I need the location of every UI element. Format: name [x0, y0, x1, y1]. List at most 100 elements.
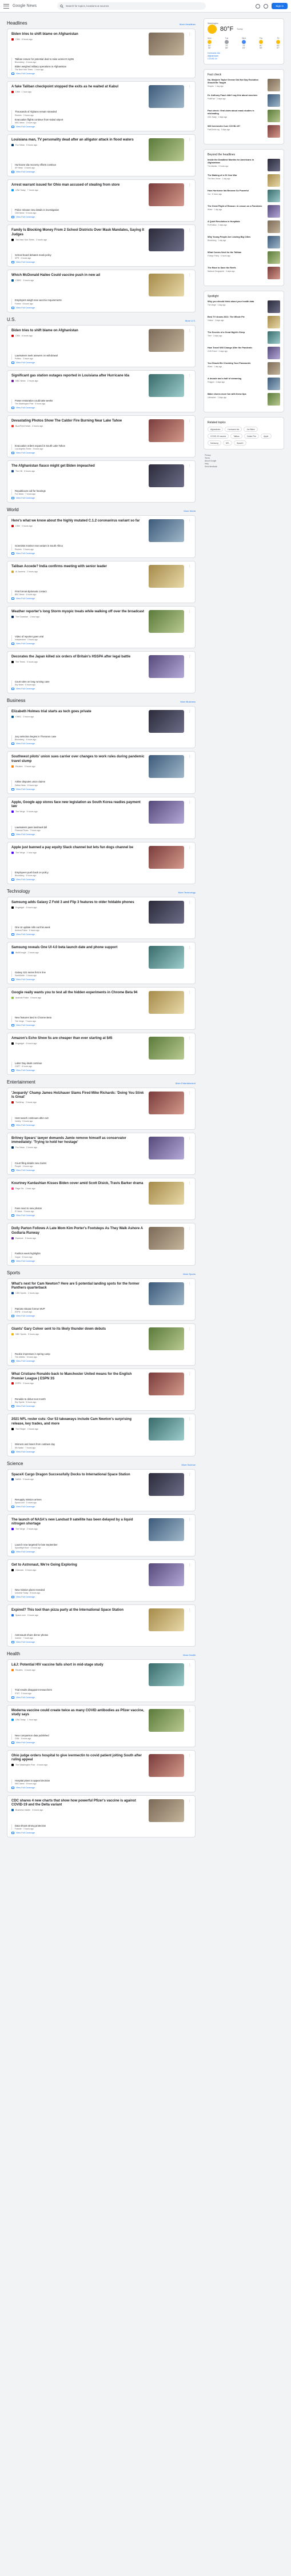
story-source[interactable]: ESPN [15, 1382, 21, 1385]
related-headline[interactable]: New mission plans revealed [15, 1588, 191, 1591]
full-coverage-link[interactable]: View Full Coverage [11, 1405, 191, 1408]
story-thumbnail[interactable] [149, 1373, 184, 1396]
more-options-icon[interactable]: ⋮ [188, 1418, 191, 1441]
story-source[interactable]: USA Today [15, 189, 26, 191]
related-source[interactable]: Variety [15, 1120, 21, 1122]
story-source[interactable]: 9to5Google [15, 952, 26, 954]
story-headline[interactable]: Biden tries to shift blame on Afghanista… [11, 329, 145, 333]
sidebar-story-source[interactable]: Lifehacker [208, 396, 216, 399]
sidebar-story-headline[interactable]: No, Marjorie Taylor Greene Did Not Say E… [208, 79, 265, 85]
related-headline[interactable]: Galaxy S21 series first in line [15, 971, 191, 974]
related-source[interactable]: NPR [15, 257, 19, 259]
sidebar-story-thumbnail[interactable] [268, 362, 280, 375]
sidebar-story-source[interactable]: The Verge [208, 304, 216, 306]
related-source[interactable]: E! News [15, 1210, 22, 1213]
related-headline[interactable]: Jury selection begins in Theranos case [15, 735, 191, 738]
related-headline[interactable]: One UI update rolls out this week [15, 926, 191, 929]
related-source[interactable]: The Washington Post [15, 403, 33, 405]
full-coverage-link[interactable]: View Full Coverage [11, 933, 191, 936]
sidebar-story-headline[interactable]: A Quiet Revolution in Hospitals [208, 220, 265, 223]
related-headline[interactable]: Labor Day deals continue [15, 1062, 191, 1065]
help-icon[interactable] [256, 3, 261, 9]
related-source[interactable]: Fortune [15, 1828, 22, 1830]
full-coverage-link[interactable]: View Full Coverage [11, 1169, 191, 1172]
full-coverage-link[interactable]: View Full Coverage [11, 1360, 191, 1363]
story-source[interactable]: Fox News [15, 144, 25, 146]
section-more-link[interactable]: More Science [182, 1463, 196, 1466]
story-source[interactable]: Reuters [15, 1669, 23, 1671]
full-coverage-link[interactable]: View Full Coverage [11, 833, 191, 836]
related-source[interactable]: Bloomberg [15, 61, 24, 63]
related-headline[interactable]: Fashion week highlights [15, 1252, 191, 1255]
section-title[interactable]: Sports [7, 1270, 20, 1275]
related-source[interactable]: Sky News [15, 684, 23, 686]
full-coverage-link[interactable]: View Full Coverage [11, 1069, 191, 1072]
story-headline[interactable]: What's next for Cam Newton? Here are 5 p… [11, 1282, 145, 1291]
story-headline[interactable]: The launch of NASA's new Landsat 9 satel… [11, 1518, 145, 1527]
story-headline[interactable]: Amazon's Echo Show 5s are cheaper than e… [11, 1037, 145, 1041]
story-source[interactable]: Al Jazeera [15, 571, 25, 573]
full-coverage-link[interactable]: View Full Coverage [11, 1641, 191, 1644]
story-headline[interactable]: Family Is Blocking Money From 2 School D… [11, 228, 145, 237]
section-more-link[interactable]: More Health [183, 1654, 196, 1656]
story-source[interactable]: The Verge [15, 810, 25, 813]
related-headline[interactable]: First formal diplomatic contact [15, 590, 191, 593]
sidebar-story-thumbnail[interactable] [268, 220, 280, 233]
sidebar-story-thumbnail[interactable] [268, 251, 280, 264]
story-thumbnail[interactable] [149, 1708, 184, 1732]
full-coverage-link[interactable]: View Full Coverage [11, 261, 191, 264]
section-title[interactable]: Entertainment [7, 1080, 35, 1085]
related-headline[interactable]: New features land in Chrome Beta [15, 1016, 191, 1019]
related-source[interactable]: The Athletic [15, 1356, 25, 1358]
sidebar-story-source[interactable]: USA Today [208, 116, 217, 118]
footer-link[interactable]: Send feedback [205, 466, 283, 468]
related-headline[interactable]: New comparison data published [15, 1734, 191, 1737]
story-thumbnail[interactable] [149, 1091, 184, 1114]
more-options-icon[interactable]: ⋮ [188, 710, 191, 733]
sidebar-story-headline[interactable]: Why Young People Are Leaving Big Cities [208, 236, 265, 239]
story-headline[interactable]: Which McDonald Hailee Could vaccine push… [11, 274, 145, 278]
related-source[interactable]: Sky Sports [15, 1401, 24, 1403]
more-options-icon[interactable]: ⋮ [188, 565, 191, 588]
story-source[interactable]: The Hill [15, 470, 22, 472]
story-headline[interactable]: 'Jeopardy' Champ James Holzhauer Slams F… [11, 1092, 145, 1100]
story-headline[interactable]: CDC shares 4 new charts that show how po… [11, 1799, 145, 1808]
story-source[interactable]: NBC News [15, 380, 26, 382]
related-headline[interactable]: Launch now targeted for late September [15, 1543, 191, 1546]
related-source[interactable]: Reuters [15, 548, 22, 551]
story-headline[interactable]: Expired? This tool than pizza party at t… [11, 1608, 145, 1612]
related-headline[interactable]: Resupply mission arrives [15, 1498, 191, 1501]
story-thumbnail[interactable] [149, 374, 184, 397]
story-source[interactable]: Fox News [15, 1146, 25, 1149]
more-options-icon[interactable]: ⋮ [188, 374, 191, 397]
story-headline[interactable]: Get to Astronaut, We're Going Exploring [11, 1563, 145, 1567]
full-coverage-link[interactable]: View Full Coverage [11, 1832, 191, 1835]
sidebar-story-source[interactable]: Wired [208, 208, 212, 211]
sidebar-story-source[interactable]: The Atlantic [208, 165, 217, 167]
full-coverage-link[interactable]: View Full Coverage [11, 878, 191, 881]
story-thumbnail[interactable] [149, 946, 184, 969]
section-title[interactable]: World [7, 507, 19, 512]
related-headline[interactable]: Fans react to new photos [15, 1207, 191, 1210]
more-options-icon[interactable]: ⋮ [188, 901, 191, 924]
story-thumbnail[interactable] [149, 419, 184, 443]
story-thumbnail[interactable] [149, 991, 184, 1014]
story-headline[interactable]: Weather reporter's long Storm myopic tre… [11, 610, 145, 614]
story-headline[interactable]: Britney Spears' lawyer demands Jamie rem… [11, 1137, 145, 1145]
sidebar-story-thumbnail[interactable] [268, 347, 280, 359]
related-source[interactable]: CBS News [15, 212, 24, 214]
story-headline[interactable]: Louisiana man, TV personality dead after… [11, 138, 145, 142]
story-source[interactable]: Business Insider [15, 1809, 30, 1811]
sidebar-story-headline[interactable]: Will Ivermectin Cure COVID-19? [208, 125, 265, 128]
sidebar-story-headline[interactable]: Inside the Deadliest Months for American… [208, 159, 265, 164]
full-coverage-link[interactable]: View Full Coverage [11, 1786, 191, 1789]
related-source[interactable]: Bloomberg [15, 739, 24, 741]
sidebar-story-headline[interactable]: The Making of a 20-Year War [208, 174, 265, 177]
related-source[interactable]: CNET [15, 1065, 20, 1068]
full-coverage-link[interactable]: View Full Coverage [11, 1550, 191, 1553]
related-headline[interactable]: Police release new details in investigat… [15, 208, 191, 211]
menu-icon[interactable] [3, 3, 9, 9]
sidebar-story-headline[interactable]: Fact check: Viral claim about mask studi… [208, 110, 265, 115]
related-source[interactable]: Inverse [15, 1637, 21, 1639]
story-source[interactable]: Reuters [15, 765, 23, 768]
